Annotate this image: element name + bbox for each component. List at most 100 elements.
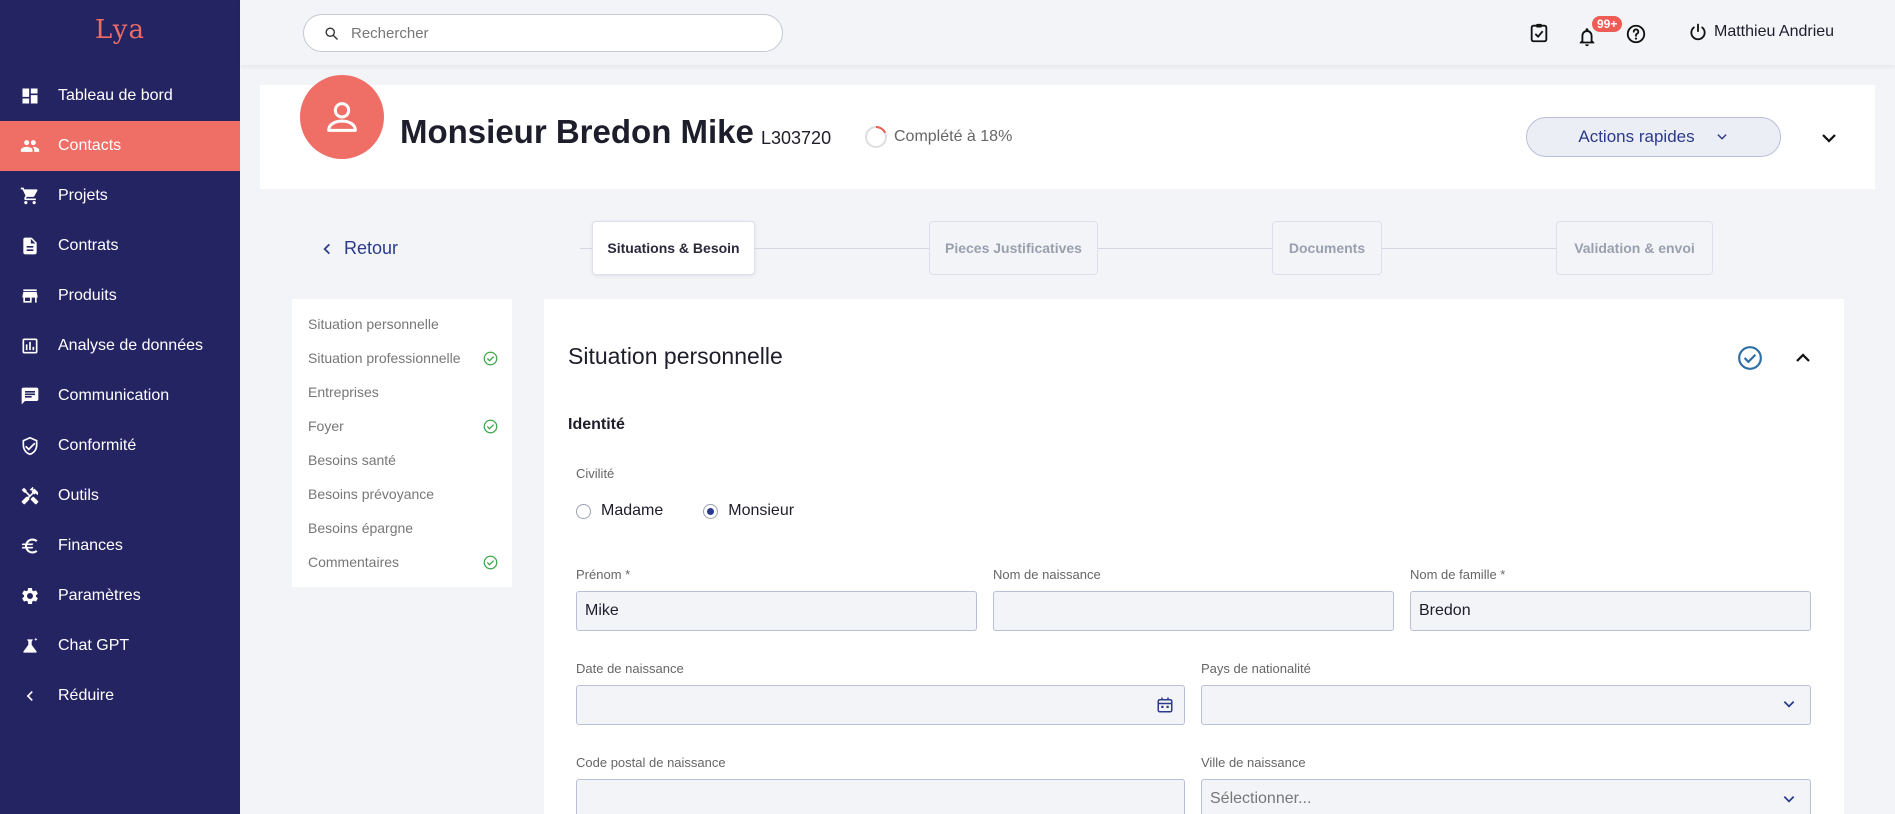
person-icon: [327, 102, 357, 132]
expand-header-icon[interactable]: [1820, 129, 1838, 147]
sidebar-item-label: Tableau de bord: [58, 87, 173, 104]
sidebar-item-label: Conformité: [58, 437, 137, 454]
dashboard-icon: [20, 86, 40, 106]
sidebar-item-label: Paramètres: [58, 587, 141, 604]
check-icon: [483, 351, 498, 365]
section-item-sante[interactable]: Besoins santé: [308, 450, 498, 470]
sidebar-collapse-button[interactable]: Réduire: [0, 671, 240, 721]
section-item-commentaires[interactable]: Commentaires: [308, 552, 498, 572]
profile-header: Monsieur Bredon Mike L303720 Complété à …: [260, 75, 1875, 189]
sidebar-item-chatgpt[interactable]: Chat GPT: [0, 621, 240, 671]
section-item-personnelle[interactable]: Situation personnelle: [308, 314, 498, 334]
sidebar-item-conformite[interactable]: Conformité: [0, 421, 240, 471]
sidebar-item-label: Chat GPT: [58, 637, 130, 654]
check-icon: [483, 555, 498, 569]
section-item-prevoyance[interactable]: Besoins prévoyance: [308, 484, 498, 504]
progress-ring-icon: [865, 126, 887, 148]
sidebar-item-label: Finances: [58, 537, 123, 554]
contact-name: Monsieur Bredon Mike: [400, 113, 754, 150]
section-nav: Situation personnelle Situation professi…: [292, 299, 512, 587]
section-item-professionnelle[interactable]: Situation professionnelle: [308, 348, 498, 368]
search-icon: [325, 27, 338, 40]
user-menu[interactable]: Matthieu Andrieu: [1688, 22, 1834, 42]
section-label: Entreprises: [308, 384, 379, 400]
help-icon: [1626, 24, 1646, 44]
step-validation[interactable]: Validation & envoi: [1556, 221, 1713, 275]
section-label: Besoins épargne: [308, 520, 414, 536]
avatar: [300, 75, 384, 159]
civility-label: Civilité: [576, 466, 615, 481]
section-complete-icon: [1738, 346, 1762, 370]
quick-actions-label: Actions rapides: [1578, 127, 1695, 146]
euro-icon: [20, 536, 40, 556]
quick-actions-button[interactable]: Actions rapides: [1526, 117, 1781, 157]
tasks-button[interactable]: [1528, 22, 1550, 44]
help-button[interactable]: [1625, 23, 1647, 45]
task-check-icon: [1530, 23, 1548, 43]
step-situations[interactable]: Situations & Besoin: [592, 221, 755, 275]
section-item-foyer[interactable]: Foyer: [308, 416, 498, 436]
tools-icon: [20, 486, 40, 506]
step-pieces[interactable]: Pieces Justificatives: [929, 221, 1098, 275]
gear-icon: [20, 586, 40, 606]
completion-text: Complété à 18%: [894, 128, 1013, 145]
sidebar-item-projets[interactable]: Projets: [0, 171, 240, 221]
sidebar-item-produits[interactable]: Produits: [0, 271, 240, 321]
back-button[interactable]: Retour: [320, 238, 398, 259]
shield-icon: [20, 436, 40, 456]
sidebar-item-finances[interactable]: Finances: [0, 521, 240, 571]
birth-city-select[interactable]: [1201, 779, 1811, 814]
nationality-select[interactable]: [1201, 685, 1811, 725]
radio-label: Monsieur: [728, 502, 795, 519]
section-label: Besoins santé: [308, 452, 396, 468]
chevron-left-icon: [323, 243, 330, 254]
sidebar-item-communication[interactable]: Communication: [0, 371, 240, 421]
chevron-down-icon[interactable]: [1782, 792, 1796, 806]
birth-date-field[interactable]: [576, 685, 1185, 725]
civility-radio-group: Madame Monsieur: [576, 502, 834, 520]
radio-dot-selected[interactable]: [703, 503, 719, 519]
sidebar-item-label: Produits: [58, 287, 117, 304]
collapse-section-icon[interactable]: [1794, 349, 1812, 367]
sidebar-item-outils[interactable]: Outils: [0, 471, 240, 521]
notification-badge: 99+: [1592, 16, 1623, 32]
sidebar-item-label: Projets: [58, 187, 108, 204]
search-input[interactable]: [351, 24, 751, 42]
first-name-field[interactable]: [576, 591, 977, 631]
sidebar-item-label: Analyse de données: [58, 337, 203, 354]
chevron-down-icon[interactable]: [1782, 697, 1796, 711]
back-label: Retour: [344, 238, 399, 258]
cart-icon: [20, 186, 40, 206]
last-name-field[interactable]: [1410, 591, 1811, 631]
chevron-down-icon: [1717, 134, 1727, 140]
power-icon: [1690, 23, 1706, 41]
calendar-icon[interactable]: [1156, 696, 1174, 714]
radio-dot[interactable]: [576, 503, 591, 519]
chart-icon: [20, 336, 40, 356]
sidebar-item-contrats[interactable]: Contrats: [0, 221, 240, 271]
app-logo[interactable]: Lya: [0, 0, 240, 60]
last-name-label: Nom de famille *: [1410, 567, 1506, 582]
section-item-epargne[interactable]: Besoins épargne: [308, 518, 498, 538]
sidebar-item-analyse[interactable]: Analyse de données: [0, 321, 240, 371]
contact-id: L303720: [761, 128, 832, 148]
section-label: Besoins prévoyance: [308, 486, 435, 502]
people-icon: [20, 136, 40, 156]
sidebar-item-contacts[interactable]: Contacts: [0, 121, 240, 171]
sidebar-item-parametres[interactable]: Paramètres: [0, 571, 240, 621]
section-item-entreprises[interactable]: Entreprises: [308, 382, 498, 402]
sidebar-item-dashboard[interactable]: Tableau de bord: [0, 71, 240, 121]
sidebar-item-label: Communication: [58, 387, 170, 404]
lab-icon: [20, 636, 40, 656]
search-box[interactable]: [303, 14, 783, 52]
birth-postal-field[interactable]: [576, 779, 1185, 814]
birth-postal-label: Code postal de naissance: [576, 755, 726, 770]
sidebar: Lya Tableau de bord Contacts Projets Con…: [0, 0, 240, 814]
radio-madame[interactable]: Madame: [576, 502, 663, 520]
first-name-label: Prénom *: [576, 567, 631, 582]
birth-name-field[interactable]: [993, 591, 1394, 631]
radio-monsieur[interactable]: Monsieur: [703, 502, 794, 520]
step-documents[interactable]: Documents: [1272, 221, 1382, 275]
sidebar-item-label: Contacts: [58, 137, 122, 154]
sidebar-item-label: Contrats: [58, 237, 119, 254]
